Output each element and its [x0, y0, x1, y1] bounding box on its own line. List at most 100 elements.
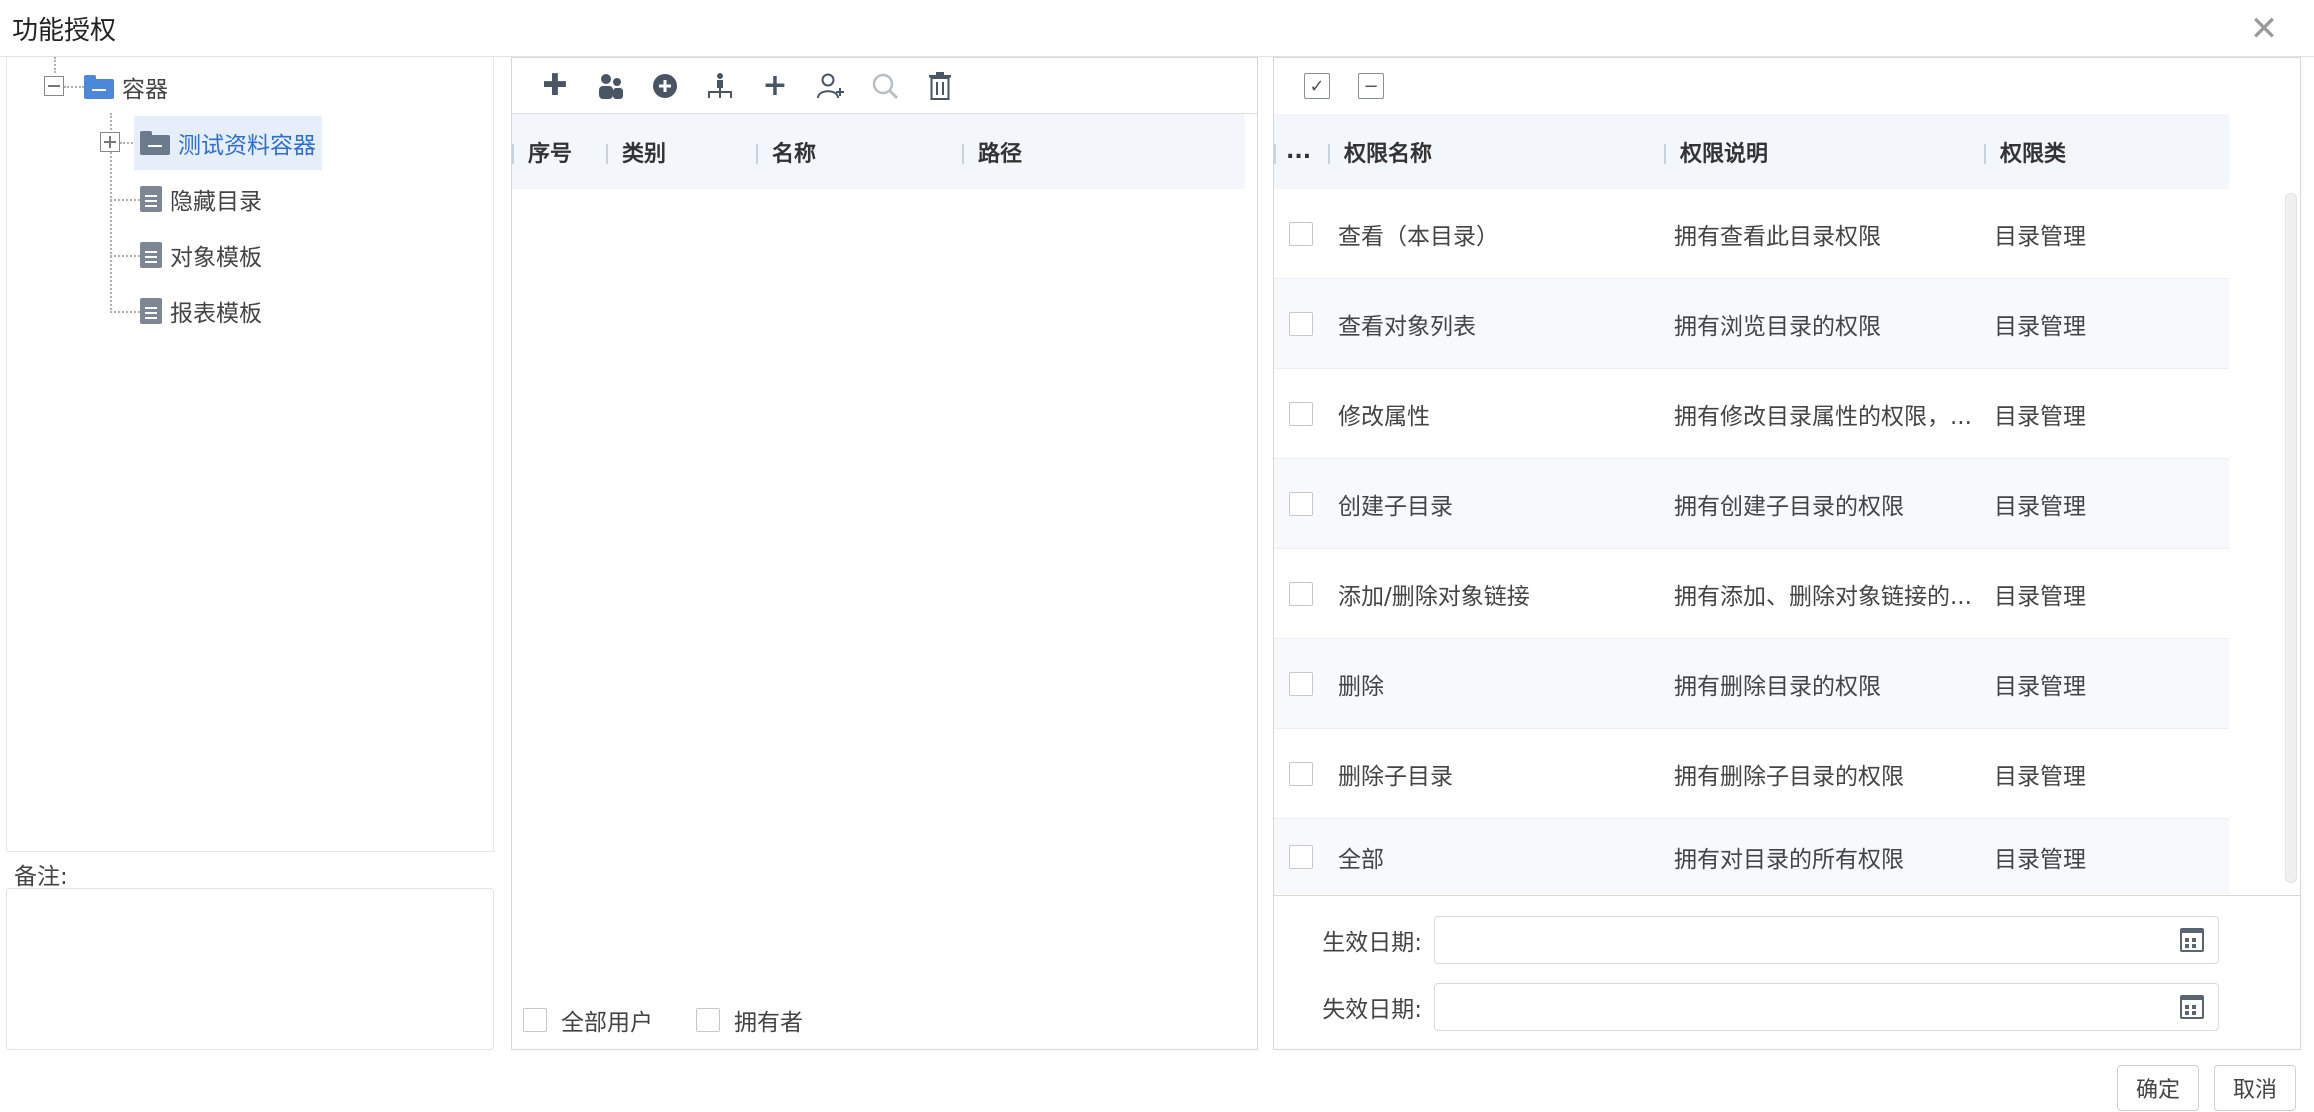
remark-textarea[interactable]: [6, 888, 494, 1050]
permission-type: 目录管理: [1994, 493, 2086, 520]
row-checkbox[interactable]: [1289, 401, 1313, 426]
tree-node-report-template[interactable]: 报表模板: [134, 284, 268, 338]
table-row[interactable]: 查看对象列表 拥有浏览目录的权限 目录管理: [1274, 279, 2229, 369]
expand-icon[interactable]: [100, 132, 120, 152]
permission-name: 创建子目录: [1338, 493, 1453, 520]
permission-name: 全部: [1338, 846, 1384, 873]
effective-date-input[interactable]: [1434, 916, 2219, 964]
permission-type: 目录管理: [1994, 223, 2086, 250]
column-permission-desc[interactable]: 权限说明: [1664, 114, 1984, 189]
permission-desc: 拥有查看此目录权限: [1674, 223, 1881, 250]
row-checkbox[interactable]: [1289, 311, 1313, 336]
column-index[interactable]: 序号: [512, 114, 606, 189]
column-more[interactable]: ...: [1274, 114, 1328, 189]
scrollbar[interactable]: [2285, 193, 2297, 883]
circle-add-icon[interactable]: [650, 71, 680, 101]
permission-name: 查看对象列表: [1338, 313, 1476, 340]
column-label: 路径: [978, 141, 1023, 167]
permission-type: 目录管理: [1994, 763, 2086, 790]
search-icon[interactable]: [870, 71, 900, 101]
checkbox[interactable]: [696, 1008, 720, 1032]
table-row[interactable]: 查看（本目录） 拥有查看此目录权限 目录管理: [1274, 189, 2229, 279]
collapse-icon[interactable]: [44, 76, 64, 96]
document-icon: [140, 298, 162, 324]
members-grid-header: 序号 类别 名称 路径: [512, 114, 1245, 189]
tree-node-label: 测试资料容器: [178, 133, 316, 159]
permission-name: 删除子目录: [1338, 763, 1453, 790]
row-checkbox[interactable]: [1289, 491, 1313, 516]
cancel-button[interactable]: 取消: [2214, 1065, 2297, 1111]
trash-icon[interactable]: [925, 71, 955, 101]
plus-icon[interactable]: +: [760, 68, 790, 103]
expire-date-label: 失效日期:: [1322, 997, 1422, 1023]
column-permission-type[interactable]: 权限类: [1984, 114, 2229, 189]
tree-node-object-template[interactable]: 对象模板: [134, 228, 268, 282]
column-label: ...: [1286, 139, 1312, 164]
members-toolbar: ✚ +: [512, 58, 1257, 114]
table-row[interactable]: 删除 拥有删除目录的权限 目录管理: [1274, 639, 2229, 729]
select-all-icon[interactable]: ✓: [1304, 73, 1330, 99]
org-icon[interactable]: [705, 71, 735, 101]
row-checkbox[interactable]: [1289, 581, 1313, 606]
table-row[interactable]: 删除子目录 拥有删除子目录的权限 目录管理: [1274, 729, 2229, 819]
column-label: 权限名称: [1344, 141, 1433, 167]
members-footer: 全部用户 拥有者: [512, 1003, 835, 1037]
table-row[interactable]: 修改属性 拥有修改目录属性的权限，... 目录管理: [1274, 369, 2229, 459]
tree-node-container[interactable]: 测试资料容器: [134, 116, 322, 170]
tree-node-label: 隐藏目录: [170, 189, 262, 215]
column-category[interactable]: 类别: [606, 114, 756, 189]
column-label: 名称: [772, 141, 817, 167]
column-label: 序号: [528, 141, 573, 167]
folder-icon: [140, 131, 170, 155]
permission-desc: 拥有修改目录属性的权限，...: [1674, 403, 1972, 430]
row-checkbox[interactable]: [1289, 761, 1313, 786]
deselect-icon[interactable]: −: [1358, 73, 1384, 99]
column-label: 权限类: [2000, 141, 2067, 167]
tree-node-root[interactable]: 容器: [78, 60, 174, 114]
row-checkbox[interactable]: [1289, 221, 1313, 246]
permission-desc: 拥有添加、删除对象链接的...: [1674, 583, 1972, 610]
ok-button[interactable]: 确定: [2117, 1065, 2200, 1111]
close-icon[interactable]: ✕: [2246, 12, 2282, 48]
add-user-icon[interactable]: [815, 71, 845, 101]
expire-date-row: 失效日期:: [1274, 983, 2219, 1031]
table-row[interactable]: 添加/删除对象链接 拥有添加、删除对象链接的... 目录管理: [1274, 549, 2229, 639]
permissions-header: ... 权限名称 权限说明 权限类: [1274, 114, 2229, 189]
date-divider: [1274, 895, 2300, 896]
add-icon[interactable]: ✚: [540, 68, 570, 103]
tree-connector: [54, 57, 56, 73]
column-label: 类别: [622, 141, 667, 167]
table-row[interactable]: 创建子目录 拥有创建子目录的权限 目录管理: [1274, 459, 2229, 549]
members-panel: ✚ + 序号 类别 名称 路径 全部用户 拥有者: [511, 57, 1258, 1050]
permissions-table: ... 权限名称 权限说明 权限类 查看（本目录） 拥有查看此目录权限 目录管理…: [1274, 114, 2229, 894]
row-checkbox[interactable]: [1289, 844, 1313, 869]
owner-label: 拥有者: [734, 1010, 803, 1036]
column-path[interactable]: 路径: [962, 114, 1242, 189]
users-icon[interactable]: [595, 71, 625, 101]
permission-desc: 拥有创建子目录的权限: [1674, 493, 1904, 520]
tree-node-hidden-dir[interactable]: 隐藏目录: [134, 172, 268, 226]
expire-date-input[interactable]: [1434, 983, 2219, 1031]
column-name[interactable]: 名称: [756, 114, 962, 189]
permission-desc: 拥有删除目录的权限: [1674, 673, 1881, 700]
all-users-checkbox[interactable]: 全部用户: [523, 1003, 653, 1037]
all-users-label: 全部用户: [561, 1010, 653, 1036]
permission-type: 目录管理: [1994, 583, 2086, 610]
permission-name: 修改属性: [1338, 403, 1430, 430]
permission-name: 查看（本目录）: [1338, 223, 1499, 250]
calendar-icon[interactable]: [2180, 928, 2204, 952]
column-label: 权限说明: [1680, 141, 1769, 167]
row-checkbox[interactable]: [1289, 671, 1313, 696]
effective-date-row: 生效日期:: [1274, 916, 2219, 964]
permission-type: 目录管理: [1994, 673, 2086, 700]
permission-type: 目录管理: [1994, 313, 2086, 340]
calendar-icon[interactable]: [2180, 995, 2204, 1019]
checkbox[interactable]: [523, 1008, 547, 1032]
table-row[interactable]: 全部 拥有对目录的所有权限 目录管理: [1274, 819, 2229, 894]
owner-checkbox[interactable]: 拥有者: [696, 1003, 803, 1037]
column-permission-name[interactable]: 权限名称: [1328, 114, 1664, 189]
permission-name: 删除: [1338, 673, 1384, 700]
permission-name: 添加/删除对象链接: [1338, 583, 1530, 610]
permission-type: 目录管理: [1994, 846, 2086, 873]
permission-desc: 拥有删除子目录的权限: [1674, 763, 1904, 790]
